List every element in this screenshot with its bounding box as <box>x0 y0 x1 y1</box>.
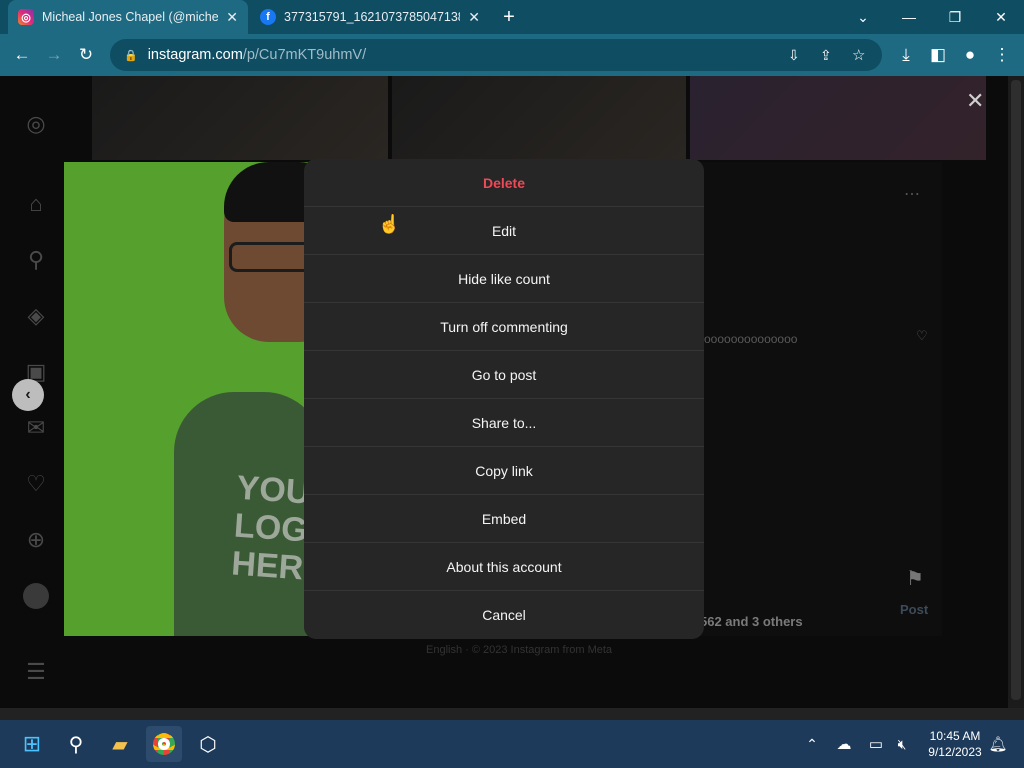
embed-button[interactable]: Embed <box>304 495 704 543</box>
browser-toolbar: ← → ↻ 🔒 instagram.com/p/Cu7mKT9uhmV/ ⇩ ⇪… <box>0 34 1024 76</box>
lock-icon: 🔒 <box>124 49 138 62</box>
browser-tab-bar: ◎ Micheal Jones Chapel (@micheal ✕ f 377… <box>0 0 1024 34</box>
turn-off-commenting-button[interactable]: Turn off commenting <box>304 303 704 351</box>
tab-facebook[interactable]: f 377315791_1621073785047138_ ✕ <box>250 0 490 34</box>
instagram-logo-icon[interactable]: ◎ <box>22 110 50 138</box>
hide-like-count-button[interactable]: Hide like count <box>304 255 704 303</box>
file-explorer-icon[interactable]: ▰ <box>102 726 138 762</box>
hamburger-menu-icon[interactable]: ☰ <box>22 658 50 686</box>
volume-muted-icon[interactable]: 🔇︎ <box>888 726 916 762</box>
side-panel-icon[interactable]: ◧ <box>922 34 954 76</box>
reload-icon[interactable]: ↻ <box>70 34 102 76</box>
tab-title: 377315791_1621073785047138_ <box>284 10 461 24</box>
windows-taskbar: ⊞ ⚲ ▰ ⬡ ⌃ ☁ ▭ 🔇︎ 10:45 AM 9/12/2023 🔔︎ <box>0 720 1024 768</box>
save-bookmark-icon[interactable]: ⚑ <box>906 566 924 591</box>
search-icon[interactable]: ⚲ <box>22 246 50 274</box>
install-app-icon[interactable]: ⇩ <box>788 47 800 64</box>
facebook-icon: f <box>260 9 276 25</box>
like-comment-icon[interactable]: ♡ <box>916 328 928 344</box>
clock-time: 10:45 AM <box>929 729 981 743</box>
messages-icon[interactable]: ✉ <box>22 414 50 442</box>
avatar-glasses <box>229 242 314 272</box>
post-options-icon[interactable]: ⋯ <box>904 184 920 204</box>
chrome-icon[interactable] <box>146 726 182 762</box>
post-comment-button[interactable]: Post <box>900 602 928 617</box>
share-icon[interactable]: ⇪ <box>820 47 832 64</box>
back-arrow-icon[interactable]: ← <box>6 34 38 76</box>
create-icon[interactable]: ⊕ <box>22 526 50 554</box>
likes-count: 562 and 3 others <box>700 614 803 629</box>
go-to-post-button[interactable]: Go to post <box>304 351 704 399</box>
close-window-button[interactable]: ✕ <box>978 0 1024 34</box>
caption-text: oooooooooooooo <box>704 332 798 346</box>
cancel-button[interactable]: Cancel <box>304 591 704 639</box>
notification-bell-icon[interactable]: 🔔︎ <box>984 726 1012 762</box>
instagram-icon: ◎ <box>18 9 34 25</box>
profile-avatar[interactable] <box>22 582 50 610</box>
about-this-account-button[interactable]: About this account <box>304 543 704 591</box>
grid-thumbnail <box>392 76 686 160</box>
shirt-print: YOU LOG HER <box>230 468 312 588</box>
avatar-hair <box>224 162 314 222</box>
taskbar-search-icon[interactable]: ⚲ <box>58 726 94 762</box>
more-menu-icon[interactable]: ⋮ <box>986 34 1018 76</box>
forward-arrow-icon[interactable]: → <box>38 34 70 76</box>
virtualbox-icon[interactable]: ⬡ <box>190 726 226 762</box>
profile-icon[interactable]: ● <box>954 34 986 76</box>
bookmark-star-icon[interactable]: ☆ <box>852 46 865 64</box>
show-hidden-icons-chevron-icon[interactable]: ⌃ <box>798 726 826 762</box>
copy-link-button[interactable]: Copy link <box>304 447 704 495</box>
close-modal-icon[interactable]: ✕ <box>966 88 984 114</box>
address-bar[interactable]: 🔒 instagram.com/p/Cu7mKT9uhmV/ ⇩ ⇪ ☆ <box>110 39 882 71</box>
restore-button[interactable]: ❐ <box>932 0 978 34</box>
previous-post-arrow-icon[interactable]: ‹ <box>12 379 44 411</box>
close-tab-icon[interactable]: ✕ <box>468 9 480 26</box>
system-clock[interactable]: 10:45 AM 9/12/2023 <box>918 728 992 760</box>
notifications-heart-icon[interactable]: ♡ <box>22 470 50 498</box>
new-tab-button[interactable]: + <box>492 0 526 34</box>
tab-instagram[interactable]: ◎ Micheal Jones Chapel (@micheal ✕ <box>8 0 248 34</box>
home-icon[interactable]: ⌂ <box>22 190 50 218</box>
taskbar-divider <box>0 708 1024 720</box>
clock-date: 9/12/2023 <box>928 745 982 759</box>
onedrive-icon[interactable]: ☁ <box>830 726 858 762</box>
edit-button[interactable]: Edit <box>304 207 704 255</box>
grid-thumbnail <box>92 76 388 160</box>
downloads-icon[interactable]: ⤓ <box>890 34 922 76</box>
tab-title: Micheal Jones Chapel (@micheal <box>42 10 219 24</box>
delete-button[interactable]: Delete <box>304 159 704 207</box>
scrollbar-thumb[interactable] <box>1011 80 1021 700</box>
share-to-button[interactable]: Share to... <box>304 399 704 447</box>
url-host: instagram.com <box>147 47 243 63</box>
windows-start-icon[interactable]: ⊞ <box>14 726 50 762</box>
post-options-menu: Delete Edit Hide like count Turn off com… <box>304 159 704 639</box>
network-icon[interactable]: ▭ <box>862 726 890 762</box>
explore-icon[interactable]: ◈ <box>22 302 50 330</box>
minimize-button[interactable]: — <box>886 0 932 34</box>
hand-pointer-cursor-icon: ☝ <box>378 214 401 234</box>
tab-search-icon[interactable]: ⌄ <box>840 0 886 34</box>
close-tab-icon[interactable]: ✕ <box>226 9 238 26</box>
page-footer: English · © 2023 Instagram from Meta <box>426 644 613 656</box>
url-path: /p/Cu7mKT9uhmV/ <box>242 47 367 63</box>
grid-thumbnail <box>690 76 986 160</box>
post-photo: YOU LOG HER <box>64 162 314 636</box>
